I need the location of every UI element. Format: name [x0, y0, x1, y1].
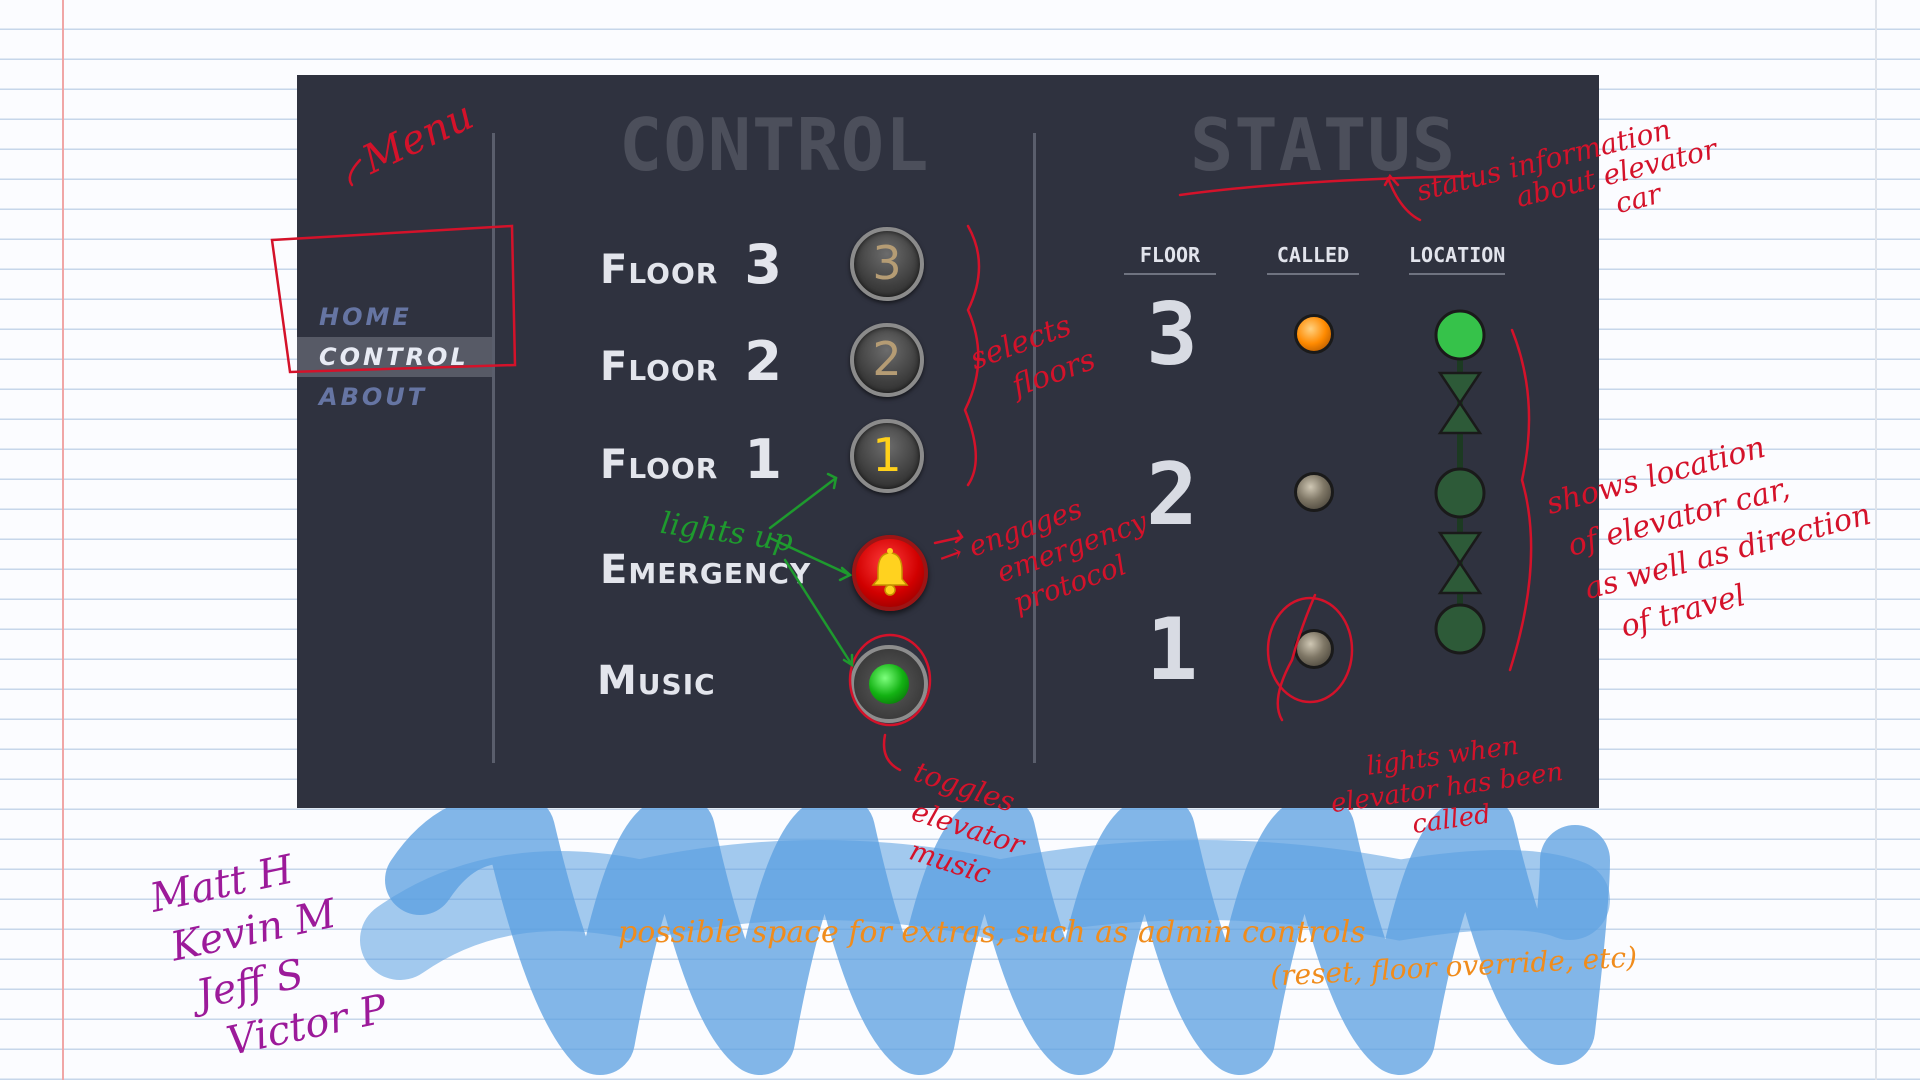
annotation-extras: possible space for extras, such as admin…: [618, 915, 1366, 950]
annotation-team-names: Matt H Kevin M Jeff S Victor P: [146, 831, 392, 1078]
